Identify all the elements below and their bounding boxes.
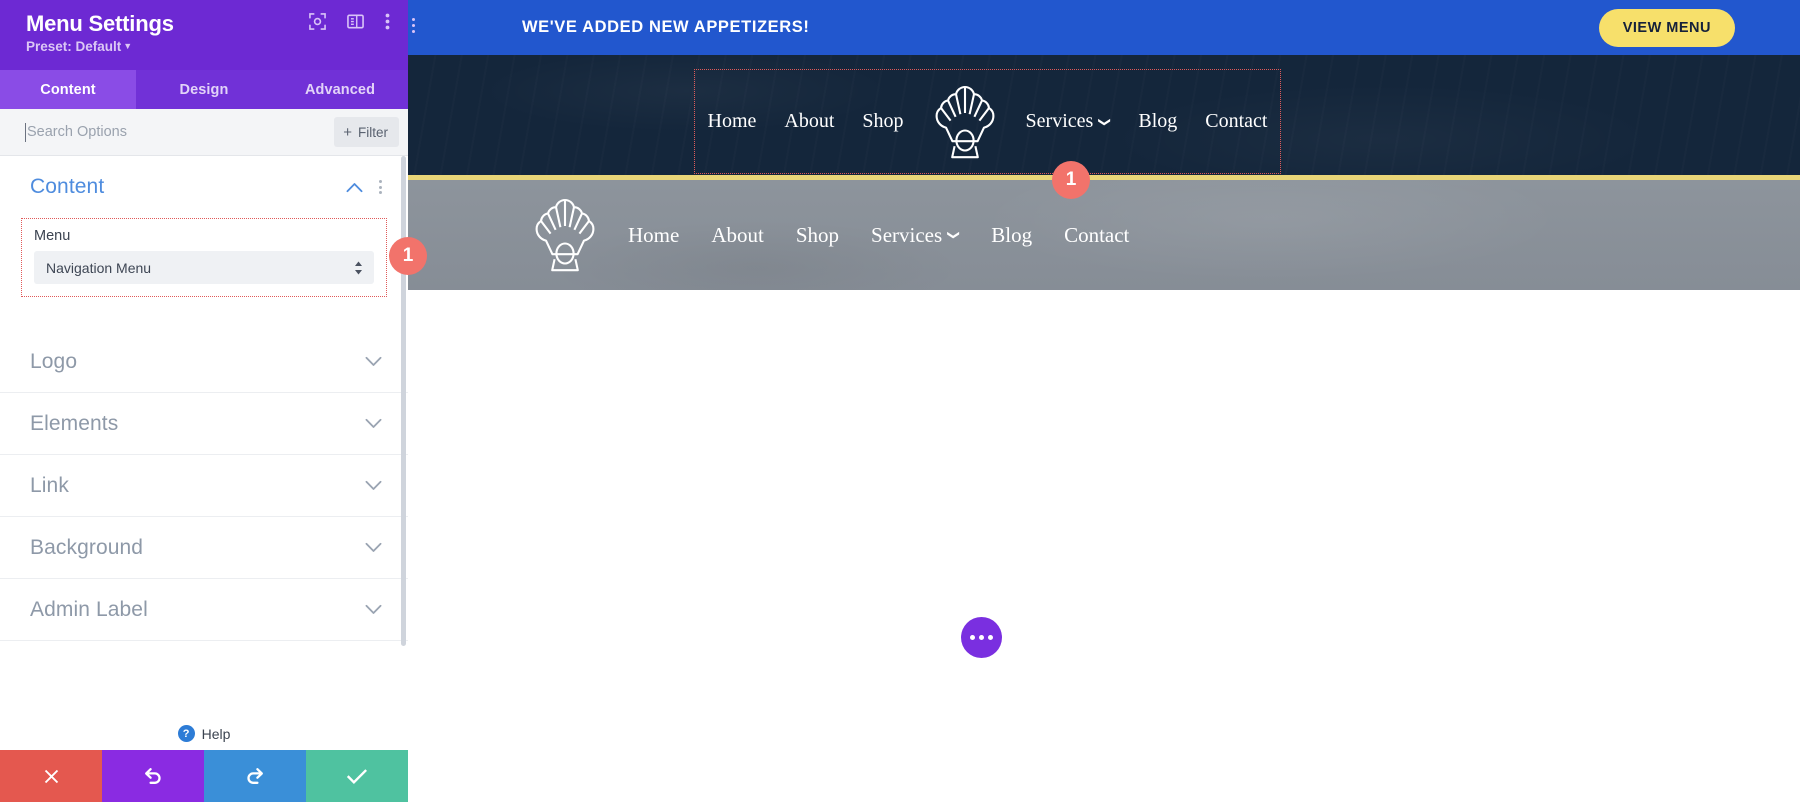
section-admin-label-label: Admin Label [30,597,148,621]
gray-nav-links: Home About Shop Services ❯ Blog Contact [518,195,1145,275]
dark-nav-links: Home About Shop Services ❯ Blog Contact [694,69,1281,174]
nav-link-shop[interactable]: Shop [848,110,917,133]
chevron-down-icon [365,480,382,491]
nav-link-blog[interactable]: Blog [1124,110,1191,133]
nav-link-contact[interactable]: Contact [1048,223,1145,248]
search-options-bar: + Filter [0,109,408,156]
chevron-down-icon [365,356,382,367]
nav-link-services-label: Services [1025,110,1094,132]
tab-design[interactable]: Design [136,70,272,109]
nav-link-services[interactable]: Services ❯ [1012,110,1125,133]
section-logo-label: Logo [30,349,78,373]
panel-layout-icon[interactable] [347,13,364,30]
section-admin-label-header[interactable]: Admin Label [0,579,408,641]
section-link-header[interactable]: Link [0,455,408,517]
menu-select-value: Navigation Menu [46,259,152,276]
section-logo-header[interactable]: Logo [0,331,408,393]
view-menu-button[interactable]: VIEW MENU [1598,8,1735,47]
tab-content[interactable]: Content [0,70,136,109]
nav-link-contact[interactable]: Contact [1191,110,1281,133]
nav-link-services-label: Services [871,222,943,247]
section-link-label: Link [30,473,69,497]
filter-button[interactable]: + Filter [334,117,399,147]
select-stepper-icon [354,261,363,275]
cancel-button[interactable] [0,750,102,802]
dot-icon [988,635,993,640]
redo-button[interactable] [204,750,306,802]
panel-header-actions [309,13,390,30]
section-elements-label: Elements [30,411,119,435]
chevron-down-icon: ▼ [123,41,133,51]
nav-link-home[interactable]: Home [694,110,771,133]
save-button[interactable] [306,750,408,802]
panel-preset-label: Preset: Default [26,39,122,54]
chevron-down-icon [365,542,382,553]
menu-field-group: Menu Navigation Menu [21,218,387,297]
nav-link-services[interactable]: Services ❯ [855,223,975,248]
chevron-down-icon: ❯ [947,229,962,241]
chevron-down-icon [365,604,382,615]
page-settings-fab[interactable] [961,617,1002,658]
section-content-header[interactable]: Content [0,156,408,218]
module-settings-panel: Menu Settings Preset: Default ▼ Content … [0,0,427,802]
divi-builder-screen: Menu Settings Preset: Default ▼ Content … [0,0,1800,802]
chevron-up-icon [346,182,363,193]
menu-select[interactable]: Navigation Menu [34,251,374,284]
dot-icon [979,635,984,640]
undo-button[interactable] [102,750,204,802]
announcement-text: WE'VE ADDED NEW APPETIZERS! [522,18,810,36]
nav-link-about[interactable]: About [695,223,780,248]
plus-icon: + [343,123,352,141]
settings-body: Content Menu Navigation Menu Logo Elemen… [0,156,408,750]
section-content-body: Menu Navigation Menu [0,218,408,313]
tab-advanced[interactable]: Advanced [272,70,408,109]
search-input[interactable] [0,124,335,140]
shell-logo-icon[interactable] [918,83,1012,161]
menu-field-label: Menu [34,228,71,244]
nav-link-about[interactable]: About [770,110,848,133]
more-options-icon[interactable] [385,13,390,30]
panel-preset-selector[interactable]: Preset: Default ▼ [26,39,390,54]
filter-button-label: Filter [358,124,388,140]
announcement-bar: WE'VE ADDED NEW APPETIZERS! VIEW MENU [408,0,1800,55]
step-badge-panel: 1 [389,237,427,275]
step-badge-preview: 1 [1052,161,1090,199]
settings-tabs: Content Design Advanced [0,70,408,109]
preview-edge-options-icon[interactable] [412,18,415,33]
help-icon: ? [177,725,195,742]
panel-scrollbar[interactable] [401,156,406,646]
section-elements-header[interactable]: Elements [0,393,408,455]
shell-logo-icon[interactable] [518,195,612,275]
section-background-header[interactable]: Background [0,517,408,579]
help-link[interactable]: ? Help [0,725,408,742]
section-background-label: Background [30,535,144,559]
panel-header: Menu Settings Preset: Default ▼ [0,0,408,70]
section-options-icon[interactable] [379,180,382,194]
chevron-down-icon [365,418,382,429]
text-cursor [25,123,26,142]
dot-icon [970,635,975,640]
section-content-label: Content [30,175,105,198]
panel-footer [0,750,408,802]
nav-link-shop[interactable]: Shop [780,223,855,248]
help-label: Help [201,725,231,742]
page-preview: WE'VE ADDED NEW APPETIZERS! VIEW MENU Ho… [408,0,1800,802]
dark-navigation-bar: Home About Shop Services ❯ Blog Contact … [408,55,1800,199]
gray-navigation-bar: Home About Shop Services ❯ Blog Contact [408,180,1800,290]
chevron-down-icon: ❯ [1098,116,1113,127]
nav-link-home[interactable]: Home [612,223,695,248]
nav-link-blog[interactable]: Blog [975,223,1048,248]
focus-target-icon[interactable] [309,13,326,30]
